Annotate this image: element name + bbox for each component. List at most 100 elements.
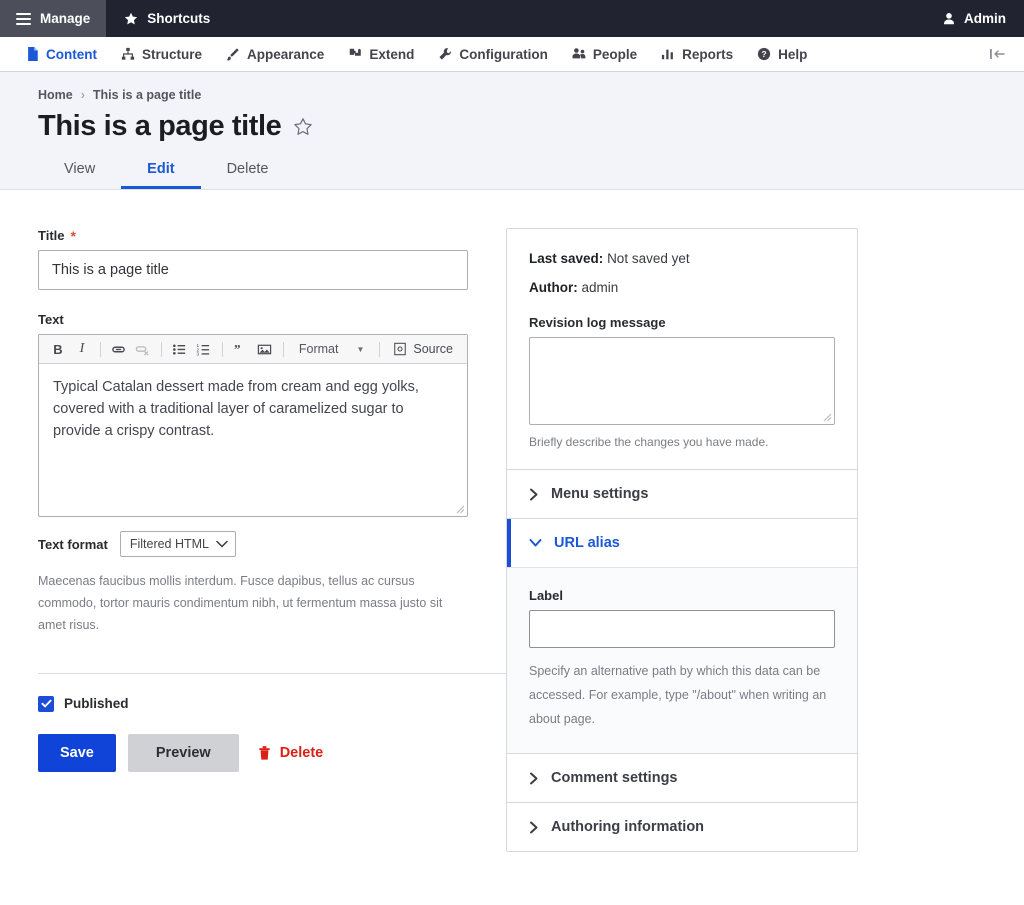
- breadcrumb: Home › This is a page title: [0, 88, 1024, 102]
- author-label: Author:: [529, 280, 578, 295]
- bold-icon[interactable]: B: [47, 339, 69, 360]
- text-field-group: Text B I: [38, 312, 468, 637]
- hamburger-icon: [16, 10, 31, 28]
- trash-icon: [257, 745, 272, 761]
- source-button-label: Source: [413, 342, 453, 356]
- author-value: admin: [582, 280, 619, 295]
- nav-item-extend[interactable]: Extend: [336, 37, 426, 71]
- toolbar-user-menu[interactable]: Admin: [924, 0, 1024, 37]
- url-alias-input[interactable]: [529, 610, 835, 648]
- section-url-alias-header[interactable]: URL alias: [507, 519, 857, 567]
- wrench-icon: [438, 47, 452, 61]
- main-layout: Title * Text B I: [0, 190, 1024, 852]
- section-authoring-information: Authoring information: [507, 802, 857, 851]
- toolbar-user-label: Admin: [964, 11, 1006, 26]
- blockquote-icon[interactable]: ”: [230, 339, 252, 360]
- nav-item-configuration[interactable]: Configuration: [426, 37, 559, 71]
- nav-item-content[interactable]: Content: [14, 37, 109, 71]
- toolbar-separator: [283, 342, 284, 357]
- revision-log-label: Revision log message: [529, 315, 835, 330]
- puzzle-icon: [348, 47, 362, 61]
- section-label: Comment settings: [551, 770, 678, 786]
- revision-log-help: Briefly describe the changes you have ma…: [529, 435, 835, 449]
- nav-item-label: Reports: [682, 47, 733, 62]
- nav-item-people[interactable]: People: [560, 37, 649, 71]
- toolbar-shortcuts-button[interactable]: Shortcuts: [106, 0, 228, 37]
- ckeditor-toolbar: B I: [39, 335, 467, 364]
- question-icon: ?: [757, 47, 771, 61]
- nav-item-appearance[interactable]: Appearance: [214, 37, 336, 71]
- user-icon: [942, 12, 956, 26]
- last-saved-label: Last saved:: [529, 251, 603, 266]
- published-label: Published: [64, 696, 129, 711]
- save-button[interactable]: Save: [38, 734, 116, 772]
- source-button[interactable]: Source: [387, 339, 459, 360]
- breadcrumb-home-link[interactable]: Home: [38, 88, 73, 102]
- section-menu-settings-header[interactable]: Menu settings: [507, 470, 857, 518]
- section-comment-settings-header[interactable]: Comment settings: [507, 754, 857, 802]
- svg-text:”: ”: [234, 342, 241, 356]
- form-divider: [38, 673, 568, 674]
- source-icon: [393, 342, 407, 356]
- revision-resize-handle[interactable]: [820, 410, 832, 422]
- nav-collapse-button[interactable]: [972, 47, 1024, 61]
- required-marker: *: [71, 229, 76, 243]
- form-actions: Save Preview Delete: [38, 734, 468, 772]
- nav-item-help[interactable]: ? Help: [745, 37, 819, 71]
- nav-item-label: Extend: [369, 47, 414, 62]
- nav-item-label: People: [593, 47, 637, 62]
- toolbar-shortcuts-label: Shortcuts: [147, 11, 210, 26]
- tab-edit[interactable]: Edit: [121, 153, 200, 189]
- toolbar-manage-label: Manage: [40, 11, 90, 26]
- document-icon: [26, 47, 39, 61]
- node-meta-summary: Last saved: Not saved yet Author: admin …: [507, 229, 857, 469]
- toolbar-manage-button[interactable]: Manage: [0, 0, 106, 37]
- section-authoring-information-header[interactable]: Authoring information: [507, 803, 857, 851]
- published-row: Published: [38, 696, 468, 712]
- revision-log-textarea[interactable]: [529, 337, 835, 425]
- delete-button[interactable]: Delete: [251, 734, 330, 772]
- chevron-right-icon: [529, 488, 539, 501]
- link-icon[interactable]: [108, 339, 130, 360]
- brush-icon: [226, 47, 240, 61]
- tab-delete[interactable]: Delete: [201, 153, 295, 189]
- tab-view[interactable]: View: [38, 153, 121, 189]
- text-format-label: Text format: [38, 537, 108, 552]
- edit-form-column: Title * Text B I: [38, 228, 468, 772]
- star-outline-icon[interactable]: [293, 117, 313, 137]
- title-field-group: Title *: [38, 228, 468, 290]
- chevron-down-icon: [529, 538, 542, 548]
- collapse-left-icon: [988, 47, 1008, 61]
- nav-item-reports[interactable]: Reports: [649, 37, 745, 71]
- breadcrumb-current: This is a page title: [93, 88, 201, 102]
- text-format-select[interactable]: Filtered HTML: [120, 531, 236, 557]
- section-label: Menu settings: [551, 486, 648, 502]
- page-title-row: This is a page title: [0, 102, 1024, 143]
- ckeditor-body[interactable]: Typical Catalan dessert made from cream …: [39, 364, 467, 516]
- italic-icon[interactable]: I: [71, 339, 93, 360]
- published-checkbox[interactable]: [38, 696, 54, 712]
- chevron-down-icon: [216, 540, 228, 548]
- star-icon: [124, 12, 138, 26]
- image-icon[interactable]: [254, 339, 276, 360]
- chevron-right-icon: [529, 772, 539, 785]
- numbered-list-icon[interactable]: 1 2 3: [193, 339, 215, 360]
- sidebar-column: Last saved: Not saved yet Author: admin …: [506, 228, 858, 852]
- format-dropdown[interactable]: Format ▼: [291, 339, 373, 360]
- title-input[interactable]: [38, 250, 468, 290]
- author-line: Author: admin: [529, 280, 835, 295]
- admin-nav: Content Structure Appearance Extend Conf…: [0, 37, 1024, 72]
- breadcrumb-separator: ›: [81, 88, 85, 102]
- ckeditor-paragraph: Typical Catalan dessert made from cream …: [53, 377, 453, 442]
- toolbar-spacer: [228, 0, 924, 37]
- last-saved-value: Not saved yet: [607, 251, 690, 266]
- editor-resize-handle[interactable]: [453, 502, 465, 514]
- svg-text:?: ?: [762, 49, 767, 59]
- bulleted-list-icon[interactable]: [169, 339, 191, 360]
- ckeditor: B I: [38, 334, 468, 517]
- section-label: URL alias: [554, 535, 620, 551]
- nav-item-structure[interactable]: Structure: [109, 37, 214, 71]
- preview-button[interactable]: Preview: [128, 734, 239, 772]
- chart-icon: [661, 47, 675, 61]
- url-alias-label: Label: [529, 588, 835, 603]
